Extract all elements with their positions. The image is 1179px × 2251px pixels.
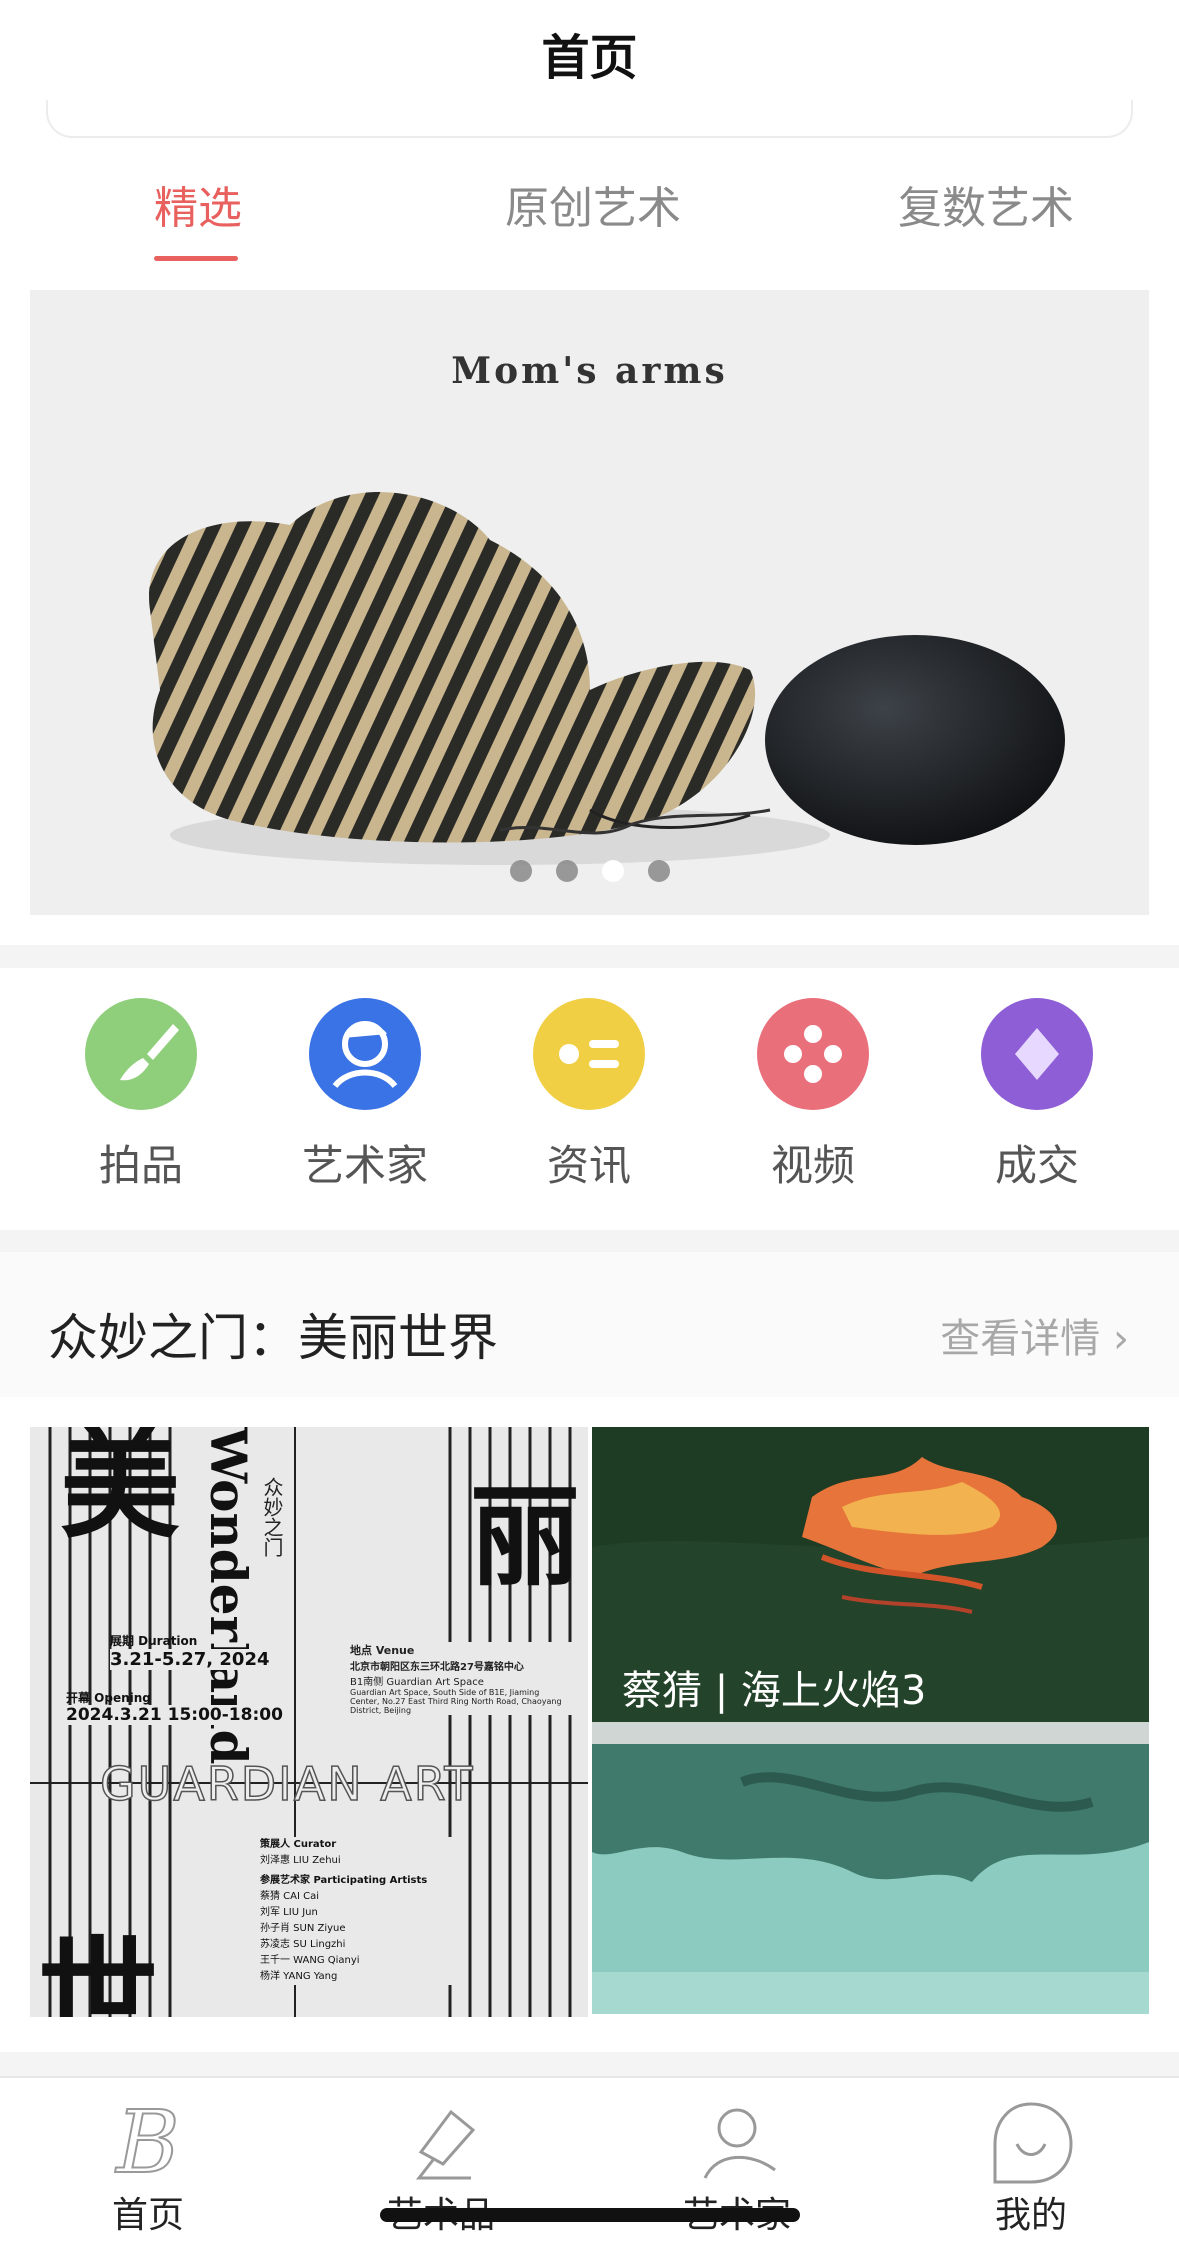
poster-venue-line: Guardian Art Space, South Side of B1E, J… — [350, 1688, 540, 1697]
exhibition-section: 众妙之门：美丽世界 查看详情 › 美 丽 世 Wonderland 众妙之门 展… — [0, 1252, 1179, 2052]
page-title: 首页 — [541, 30, 638, 86]
poster-artist: 王千一 WANG Qianyi — [260, 1955, 360, 1966]
painting-pool-reflection[interactable] — [592, 1722, 1149, 2014]
navigation-bar: 首页 — [0, 0, 1179, 140]
poster-duration-value: 3.21-5.27, 2024 — [110, 1649, 270, 1670]
banner-section: Mom's arms — [0, 265, 1179, 945]
poster-sub-vertical: 众妙之门 — [260, 1477, 284, 1557]
exhibition-poster[interactable]: 美 丽 世 Wonderland 众妙之门 展期 Duration 3.21-5… — [30, 1427, 588, 2017]
bottom-tab-bar: B 首页 艺术品 艺术家 我的 — [0, 2076, 1179, 2251]
carousel-dot[interactable] — [509, 860, 532, 882]
poster-venue: 地点 Venue 北京市朝阳区东三环北路27号嘉铭中心 B1南侧 Guardia… — [350, 1642, 580, 1715]
quick-link-label: 艺术家 — [301, 1141, 428, 1190]
section-header: 众妙之门：美丽世界 查看详情 › — [0, 1252, 1179, 1397]
carousel-dots — [30, 860, 1149, 886]
brush-icon — [85, 998, 197, 1110]
quick-link-lots[interactable]: 拍品 — [66, 998, 216, 1193]
quick-link-artists[interactable]: 艺术家 — [290, 998, 440, 1193]
poster-credits: 策展人 Curator 刘泽惠 LIU Zehui 参展艺术家 Particip… — [260, 1837, 460, 1985]
carousel-dot[interactable] — [555, 860, 578, 882]
profile-smile-icon — [993, 2102, 1073, 2184]
view-details-link[interactable]: 查看详情 › — [940, 1306, 1129, 1364]
striped-armchair-image — [149, 492, 1065, 865]
poster-venue-line: 北京市朝阳区东三环北路27号嘉铭中心 — [350, 1662, 524, 1673]
news-icon — [533, 998, 645, 1110]
search-bar[interactable] — [46, 100, 1133, 138]
artist-avatar-icon — [309, 998, 421, 1110]
poster-artist: 孙子肖 SUN Ziyue — [260, 1923, 346, 1934]
tab-multiple-art[interactable]: 复数艺术 — [898, 172, 1074, 236]
poster-curator-label: 策展人 Curator — [260, 1839, 337, 1850]
home-indicator — [380, 2208, 800, 2222]
chevron-right-icon: › — [1113, 1316, 1129, 1362]
quick-link-label: 资讯 — [546, 1141, 631, 1190]
tab-label: 首页 — [111, 2195, 184, 2236]
active-tab-indicator — [154, 256, 238, 261]
tab-label: 我的 — [994, 2195, 1067, 2236]
tab-featured[interactable]: 精选 — [154, 172, 242, 236]
video-icon — [757, 998, 869, 1110]
poster-venue-label: 地点 Venue — [350, 1644, 415, 1657]
carousel-dot-active[interactable] — [601, 860, 624, 882]
poster-char-bottom: 世 — [38, 1924, 158, 2017]
quick-links: 拍品 艺术家 资讯 视频 成交 — [0, 968, 1179, 1230]
svg-text:B: B — [114, 2093, 179, 2192]
tab-home[interactable]: B 首页 — [63, 2092, 233, 2238]
poster-artist: 刘军 LIU Jun — [260, 1907, 318, 1918]
poster-duration-label: 展期 Duration — [110, 1634, 198, 1648]
painting-fire-on-sea[interactable]: 蔡猜 | 海上火焰3 — [592, 1427, 1149, 1722]
poster-char-top-left: 美 — [60, 1427, 180, 1555]
section-title: 众妙之门：美丽世界 — [48, 1309, 498, 1367]
poster-opening-value: 2024.3.21 15:00-18:00 — [66, 1705, 283, 1725]
poster-venue-line: B1南侧 Guardian Art Space — [350, 1677, 484, 1688]
pool-painting-image — [592, 1722, 1149, 2014]
poster-artist: 蔡猜 CAI Cai — [260, 1891, 320, 1902]
poster-venue-line: Center, No.27 East Third Ring North Road… — [350, 1697, 562, 1706]
poster-artist: 苏凌志 SU Lingzhi — [260, 1939, 346, 1950]
category-tabs: 精选 原创艺术 复数艺术 — [0, 140, 1179, 265]
poster-artist: 杨洋 YANG Yang — [260, 1971, 338, 1982]
artist-person-icon — [703, 2108, 776, 2179]
quick-link-label: 视频 — [770, 1141, 855, 1190]
deal-diamond-icon — [981, 998, 1093, 1110]
quick-link-news[interactable]: 资讯 — [514, 998, 664, 1193]
quick-link-label: 拍品 — [98, 1141, 183, 1190]
painting-caption: 蔡猜 | 海上火焰3 — [622, 1668, 927, 1714]
quick-link-deals[interactable]: 成交 — [962, 998, 1112, 1193]
view-details-label: 查看详情 — [940, 1316, 1101, 1362]
quick-link-label: 成交 — [994, 1141, 1079, 1190]
tab-original-art[interactable]: 原创艺术 — [505, 172, 681, 236]
poster-char-top-right: 丽 — [470, 1472, 580, 1601]
poster-artists-label: 参展艺术家 Participating Artists — [260, 1875, 428, 1886]
artwork-hammer-icon — [415, 2109, 476, 2180]
quick-link-videos[interactable]: 视频 — [738, 998, 888, 1193]
tab-profile[interactable]: 我的 — [946, 2092, 1116, 2238]
poster-brand: GUARDIAN ART — [99, 1756, 475, 1812]
poster-venue-line: District, Beijing — [350, 1706, 412, 1715]
poster-opening-label: 开幕 Opening — [66, 1691, 151, 1705]
home-b-icon: B — [113, 2092, 180, 2194]
carousel-dot[interactable] — [647, 860, 670, 882]
poster-curator-value: 刘泽惠 LIU Zehui — [260, 1855, 341, 1866]
banner-carousel[interactable]: Mom's arms — [30, 290, 1149, 915]
